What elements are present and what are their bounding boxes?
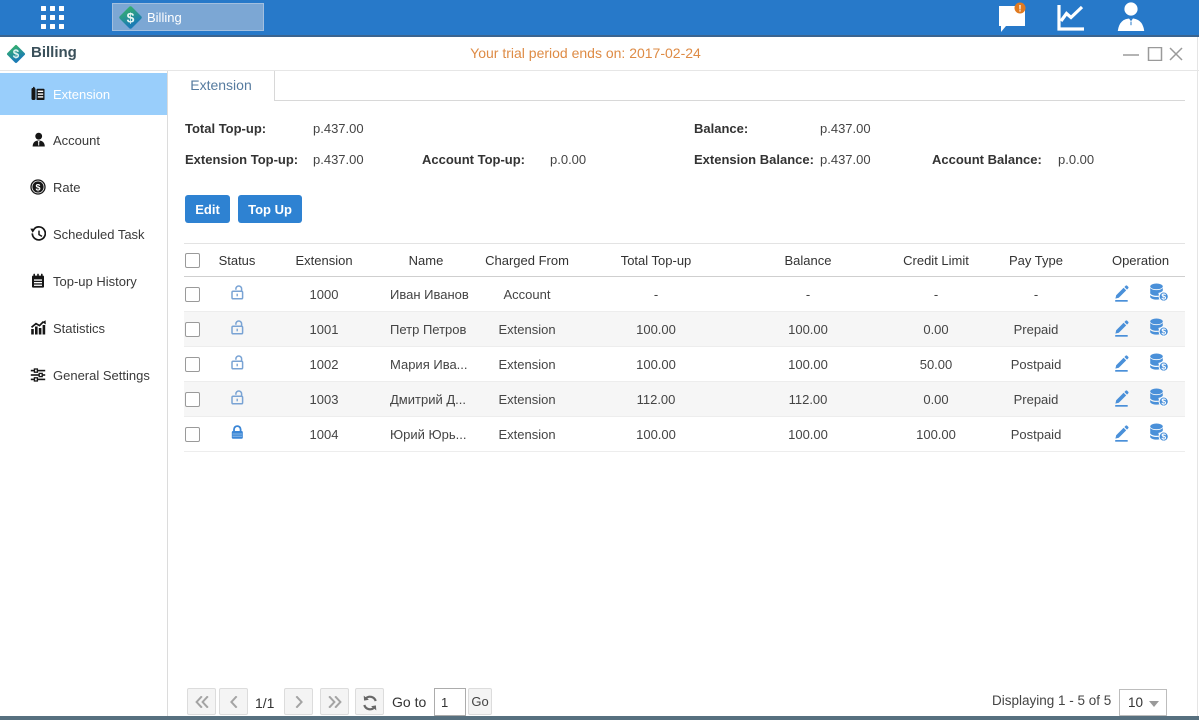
svg-text:$: $ <box>1161 327 1166 337</box>
svg-text:$: $ <box>1161 432 1166 442</box>
svg-text:$: $ <box>1161 397 1166 407</box>
svg-text:$: $ <box>127 9 135 25</box>
svg-text:$: $ <box>35 182 40 192</box>
svg-text:!: ! <box>1019 3 1022 13</box>
svg-text:$: $ <box>1161 362 1166 372</box>
svg-text:$: $ <box>1161 292 1166 302</box>
